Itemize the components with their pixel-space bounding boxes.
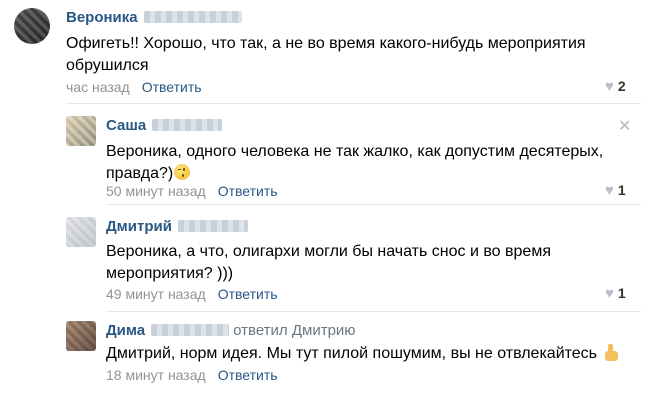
like-button[interactable]: ♥ 1 — [605, 182, 626, 199]
comment-meta: 18 минут назад Ответить — [106, 367, 278, 383]
author-name[interactable]: Вероника — [66, 9, 138, 26]
author-name[interactable]: Дмитрий — [106, 218, 172, 235]
comment-text: Вероника, одного человека не так жалко, … — [106, 141, 603, 185]
comment-reply: Дмитрий Вероника, а что, олигархи могли … — [0, 205, 656, 309]
avatar[interactable] — [66, 321, 96, 351]
blurred-surname — [143, 11, 242, 23]
comment-text: Офигеть!! Хорошо, что так, а не во время… — [66, 33, 586, 77]
comment: Вероника Офигеть!! Хорошо, что так, а не… — [0, 0, 656, 104]
blurred-surname — [151, 324, 230, 336]
comment-time[interactable]: 50 минут назад — [106, 183, 206, 199]
comment-author[interactable]: Дима ответил Дмитрию — [106, 322, 356, 339]
reply-button[interactable]: Ответить — [218, 286, 278, 302]
like-count: 1 — [617, 182, 626, 198]
avatar[interactable] — [66, 116, 96, 146]
comment-time[interactable]: час назад — [66, 79, 130, 95]
comment-meta: час назад Ответить — [66, 79, 202, 95]
blurred-surname — [152, 119, 223, 131]
winking-face-icon — [174, 164, 191, 180]
avatar[interactable] — [14, 8, 50, 44]
heart-icon: ♥ — [605, 182, 614, 199]
thumbs-up-icon — [601, 343, 619, 361]
like-button[interactable]: ♥ 2 — [605, 78, 626, 95]
comment-text-line: мероприятия? ))) — [106, 265, 234, 282]
heart-icon: ♥ — [605, 285, 614, 302]
close-icon[interactable]: ✕ — [618, 116, 631, 136]
comment-meta: 50 минут назад Ответить — [106, 183, 278, 199]
comment-author[interactable]: Саша — [106, 117, 223, 134]
like-count: 1 — [617, 285, 626, 301]
comment-text: Дмитрий, норм идея. Мы тут пилой пошумим… — [106, 343, 619, 365]
comment-text-line: Вероника, а что, олигархи могли бы начат… — [106, 243, 551, 260]
author-name[interactable]: Саша — [106, 117, 146, 134]
reply-button[interactable]: Ответить — [218, 367, 278, 383]
comment-text-line: Дмитрий, норм идея. Мы тут пилой пошумим… — [106, 345, 598, 362]
comment-text: Вероника, а что, олигархи могли бы начат… — [106, 241, 551, 285]
comment-meta: 49 минут назад Ответить — [106, 286, 278, 302]
comment-text-line: Офигеть!! Хорошо, что так, а не во время… — [66, 35, 586, 52]
heart-icon: ♥ — [605, 78, 614, 95]
comment-time[interactable]: 49 минут назад — [106, 286, 206, 302]
comment-reply: Дима ответил Дмитрию Дмитрий, норм идея. … — [0, 312, 656, 401]
comment-text-line: Вероника, одного человека не так жалко, … — [106, 143, 604, 160]
author-name[interactable]: Дима — [106, 322, 145, 339]
comment-author[interactable]: Дмитрий — [106, 218, 248, 235]
comment-text-line: правда?) — [106, 165, 174, 182]
avatar[interactable] — [66, 217, 96, 247]
comment-text-line: обрушился — [66, 57, 149, 74]
blurred-surname — [177, 220, 248, 232]
comment-reply: Саша ✕ Вероника, одного человека не так … — [0, 104, 656, 202]
comment-time[interactable]: 18 минут назад — [106, 367, 206, 383]
like-button[interactable]: ♥ 1 — [605, 285, 626, 302]
reply-button[interactable]: Ответить — [218, 183, 278, 199]
reply-to-link[interactable]: ответил Дмитрию — [233, 322, 355, 339]
like-count: 2 — [617, 78, 626, 94]
reply-button[interactable]: Ответить — [142, 79, 202, 95]
comment-author[interactable]: Вероника — [66, 9, 242, 26]
